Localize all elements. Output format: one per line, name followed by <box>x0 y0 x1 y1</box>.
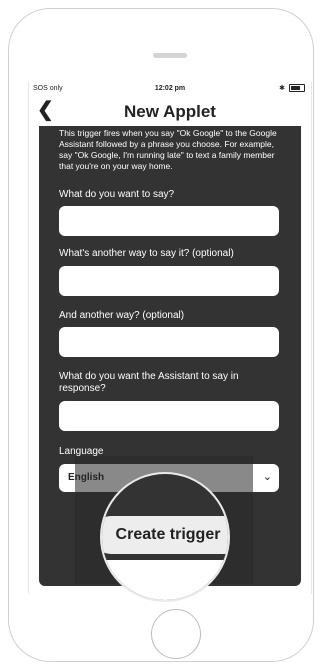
page-title: New Applet <box>124 102 216 121</box>
nav-bar: ❮ New Applet <box>29 96 311 126</box>
say-phrase-input[interactable] <box>59 206 279 236</box>
create-trigger-button[interactable]: Create trigger <box>102 516 228 554</box>
field-label: What's another way to say it? (optional) <box>59 248 234 259</box>
battery-icon <box>289 84 305 92</box>
status-icons: ✱ <box>279 84 305 92</box>
status-bar: SOS only 12:02 pm ✱ <box>29 82 311 96</box>
field-label: What do you want to say? <box>59 189 175 200</box>
field-label: And another way? (optional) <box>59 310 185 321</box>
field-label: What do you want the Assistant to say in… <box>59 371 239 394</box>
chevron-down-icon: ⌄ <box>262 471 272 483</box>
response-input[interactable] <box>59 401 279 431</box>
speaker-grille <box>153 53 187 58</box>
alt-phrase-2-input[interactable] <box>59 327 279 357</box>
bluetooth-icon: ✱ <box>279 85 285 92</box>
alt-phrase-input[interactable] <box>59 266 279 296</box>
home-button[interactable] <box>151 609 201 659</box>
clock: 12:02 pm <box>154 85 186 92</box>
magnifier-callout: Create trigger <box>102 474 228 600</box>
trigger-description: This trigger fires when you say "Ok Goog… <box>59 128 277 171</box>
